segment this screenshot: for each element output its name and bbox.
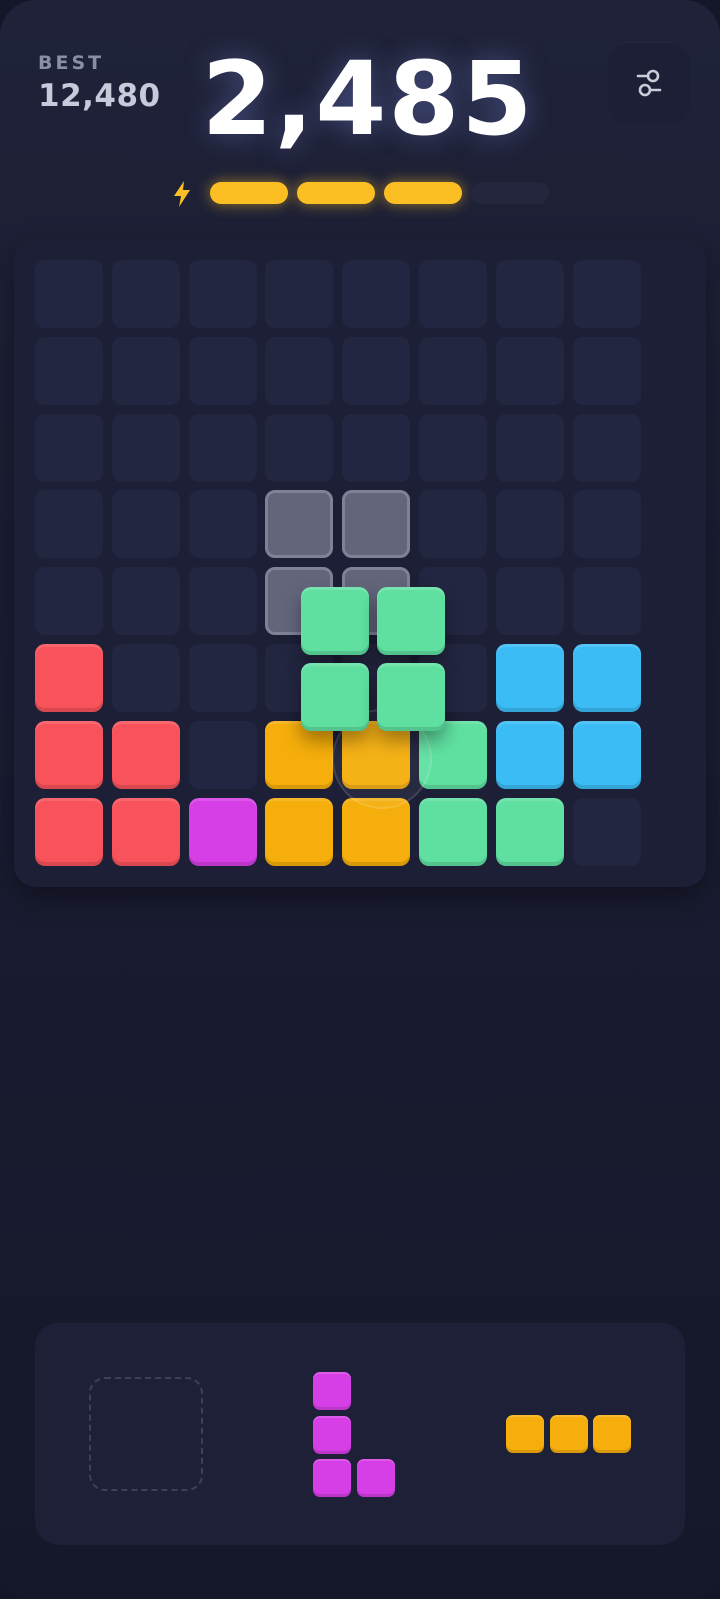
combo-segment-filled <box>297 182 375 204</box>
board-cell-empty[interactable] <box>111 260 180 328</box>
tray-piece-block <box>356 1459 395 1497</box>
tray-piece-block <box>549 1415 588 1453</box>
board-cell-empty[interactable] <box>35 413 103 482</box>
board-cell-empty[interactable] <box>188 490 257 559</box>
board-block-green[interactable] <box>495 797 564 866</box>
board-cell-empty[interactable] <box>342 260 411 328</box>
board-cell-empty[interactable] <box>35 567 103 636</box>
board-cell-empty[interactable] <box>188 336 257 405</box>
combo-segment-filled <box>210 182 288 204</box>
tray-piece-block <box>593 1415 631 1453</box>
board-block-blue[interactable] <box>572 644 641 712</box>
board-block-red[interactable] <box>35 797 103 866</box>
board-block-red[interactable] <box>111 720 180 789</box>
board-cell-empty[interactable] <box>188 720 257 789</box>
sliders-icon <box>636 69 662 97</box>
board-block-blue[interactable] <box>495 720 564 789</box>
board-cell-empty[interactable] <box>572 413 641 482</box>
placement-preview-cell <box>265 490 334 559</box>
placement-preview-cell <box>342 490 411 559</box>
lightning-icon <box>174 181 190 207</box>
board-block-red[interactable] <box>35 720 103 789</box>
game-board[interactable] <box>14 239 706 887</box>
board-block-orange[interactable] <box>265 797 334 866</box>
board-cell-empty[interactable] <box>495 413 564 482</box>
board-cell-empty[interactable] <box>265 260 334 328</box>
board-block-red[interactable] <box>35 644 103 712</box>
board-cell-empty[interactable] <box>419 490 487 559</box>
board-cell-empty[interactable] <box>111 644 180 712</box>
board-cell-empty[interactable] <box>495 336 564 405</box>
dragging-piece-block[interactable] <box>377 663 445 731</box>
board-cell-empty[interactable] <box>572 797 641 866</box>
board-block-green[interactable] <box>419 797 487 866</box>
board-cell-empty[interactable] <box>495 567 564 636</box>
board-cell-empty[interactable] <box>35 336 103 405</box>
board-cell-empty[interactable] <box>111 567 180 636</box>
board-cell-empty[interactable] <box>35 260 103 328</box>
board-cell-empty[interactable] <box>342 413 411 482</box>
tray-piece-block <box>313 1459 351 1497</box>
board-cell-empty[interactable] <box>572 567 641 636</box>
board-block-blue[interactable] <box>495 644 564 712</box>
board-cell-empty[interactable] <box>419 260 487 328</box>
board-cell-empty[interactable] <box>35 490 103 559</box>
combo-segment-filled <box>384 182 462 204</box>
piece-tray <box>35 1323 685 1545</box>
board-cell-empty[interactable] <box>265 336 334 405</box>
board-cell-empty[interactable] <box>342 336 411 405</box>
board-block-blue[interactable] <box>572 720 641 789</box>
board-block-red[interactable] <box>111 797 180 866</box>
board-cell-empty[interactable] <box>111 336 180 405</box>
board-cell-empty[interactable] <box>419 413 487 482</box>
board-cell-empty[interactable] <box>495 260 564 328</box>
board-cell-empty[interactable] <box>111 413 180 482</box>
board-cell-empty[interactable] <box>188 413 257 482</box>
game-screen: BEST 12,480 2,485 <box>0 0 720 1599</box>
dragging-piece-block[interactable] <box>301 663 369 731</box>
board-cell-empty[interactable] <box>111 490 180 559</box>
dragging-piece-block[interactable] <box>301 587 369 655</box>
board-cell-empty[interactable] <box>495 490 564 559</box>
tray-piece-block <box>313 1372 351 1410</box>
combo-segment-empty <box>471 182 549 204</box>
dragging-piece-block[interactable] <box>377 587 445 655</box>
settings-button[interactable] <box>608 42 690 124</box>
board-cell-empty[interactable] <box>188 260 257 328</box>
board-cell-empty[interactable] <box>572 336 641 405</box>
board-cell-empty[interactable] <box>572 490 641 559</box>
board-cell-empty[interactable] <box>572 260 641 328</box>
tray-piece-block <box>313 1415 351 1454</box>
board-cell-empty[interactable] <box>419 336 487 405</box>
board-cell-empty[interactable] <box>265 413 334 482</box>
board-cell-empty[interactable] <box>188 567 257 636</box>
board-cell-empty[interactable] <box>188 644 257 712</box>
tray-piece-block <box>506 1415 544 1453</box>
empty-piece-slot <box>89 1377 203 1491</box>
board-block-magenta[interactable] <box>188 797 257 866</box>
